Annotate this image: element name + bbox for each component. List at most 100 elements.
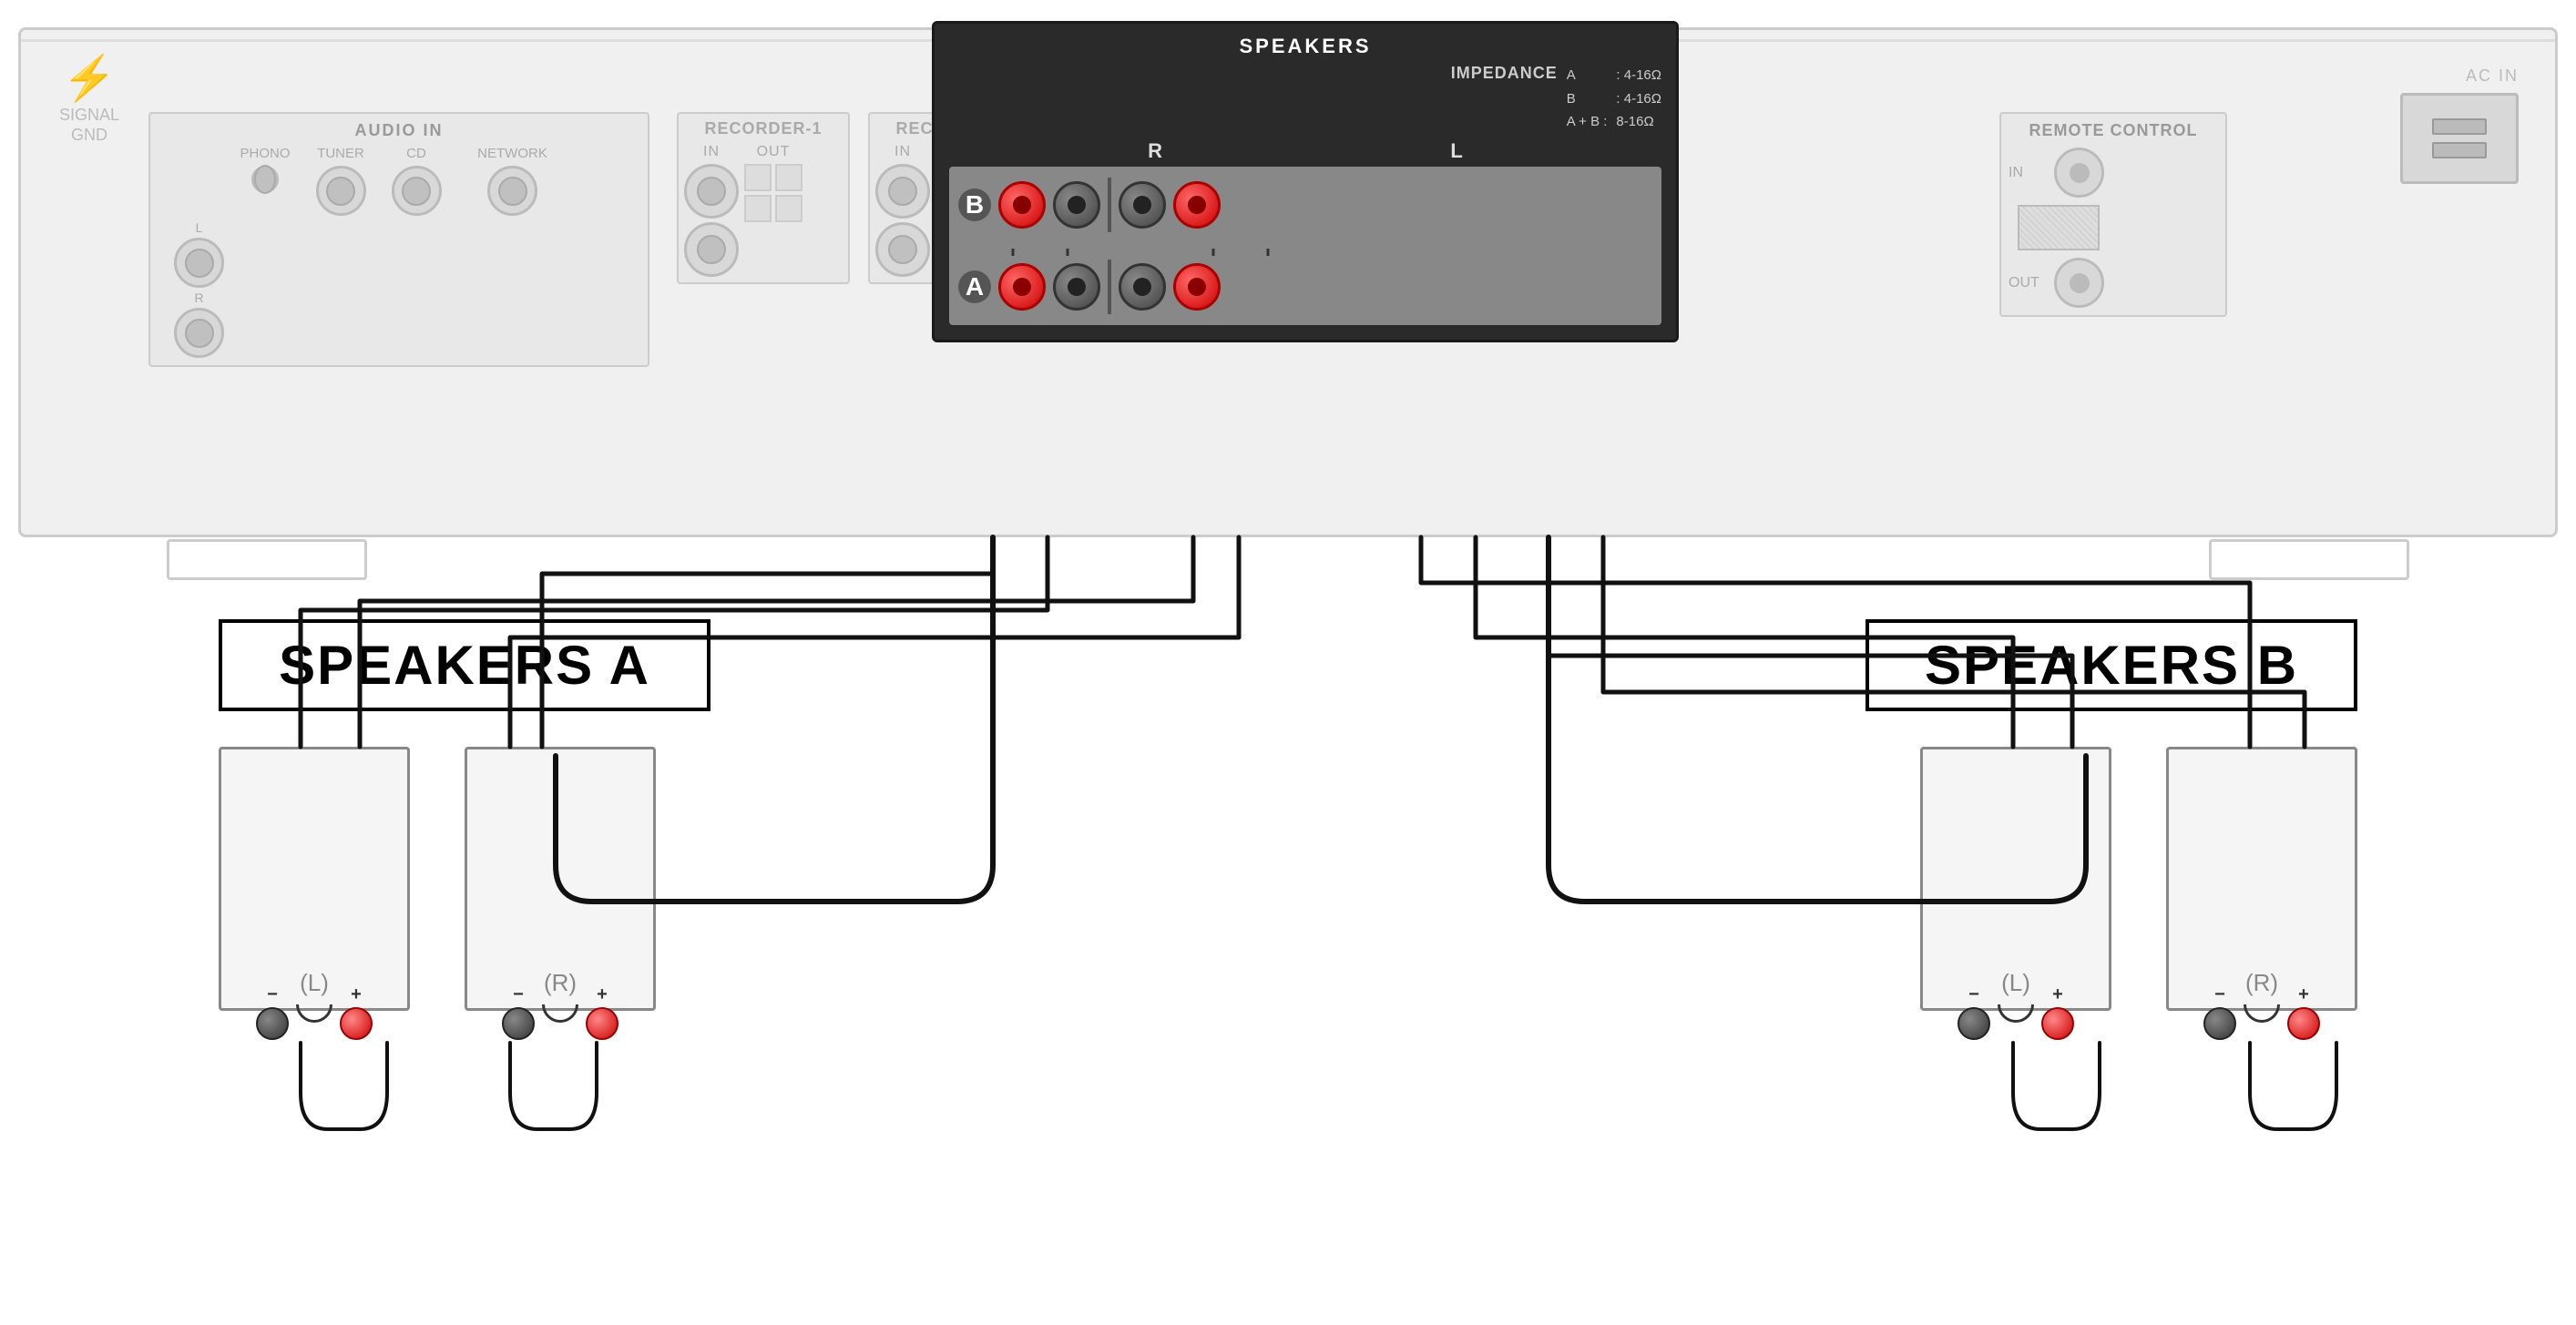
audio-in-title: AUDIO IN bbox=[158, 121, 640, 140]
phono-l-connector bbox=[251, 166, 279, 193]
sp-br-plus-bp bbox=[2287, 1007, 2320, 1040]
rec1-dot3 bbox=[744, 195, 772, 222]
remote-out-connector bbox=[2054, 258, 2104, 308]
tuner-connectors bbox=[307, 166, 375, 216]
ac-socket bbox=[2400, 93, 2519, 184]
wire-loop-a-left bbox=[301, 1043, 387, 1129]
amplifier-foot-right bbox=[2209, 539, 2409, 580]
cd-connectors bbox=[383, 166, 451, 216]
rl-labels: R L bbox=[949, 139, 1661, 163]
panel-wire-svg bbox=[958, 241, 1651, 256]
a-r-plus bbox=[998, 263, 1046, 311]
ac-in-label: AC IN bbox=[2336, 66, 2519, 86]
impedance-labels: ABA + B : bbox=[1567, 64, 1608, 134]
sp-bl-plus-symbol: + bbox=[2052, 984, 2063, 1005]
rec1-in-label: IN bbox=[703, 144, 720, 160]
amplifier-unit: ⚡ SIGNAL GND AUDIO IN PHONO TUNER CD NET… bbox=[18, 27, 2558, 537]
impedance-title: IMPEDANCE bbox=[1451, 64, 1558, 134]
tuner-connector bbox=[316, 166, 366, 216]
b-r-plus bbox=[998, 181, 1046, 229]
remote-out-label: OUT bbox=[2009, 275, 2045, 291]
wire-loop-a-right bbox=[510, 1043, 597, 1129]
rec2-in: IN bbox=[875, 144, 930, 277]
speakers-a-text: SPEAKERS A bbox=[279, 635, 650, 696]
phono-r-rca bbox=[174, 308, 224, 358]
panel-wires bbox=[958, 241, 1652, 256]
speaker-row-b: B bbox=[958, 178, 1652, 232]
sp-br-minus-bp bbox=[2203, 1007, 2236, 1040]
b-l-plus bbox=[1173, 181, 1221, 229]
remote-in-connector bbox=[2054, 148, 2104, 198]
wire-loop-b-left bbox=[2013, 1043, 2100, 1129]
ac-in-section: AC IN bbox=[2336, 66, 2519, 184]
rec2-in-label: IN bbox=[894, 144, 911, 160]
signal-gnd-label: SIGNAL GND bbox=[48, 106, 130, 145]
recorder1-title: RECORDER-1 bbox=[684, 119, 843, 138]
speaker-b-left: (L) − + bbox=[1920, 747, 2111, 1011]
speaker-a-right-posts: − + bbox=[467, 984, 653, 1040]
a-l-minus bbox=[1119, 263, 1166, 311]
sp-ar-minus-bp bbox=[502, 1007, 535, 1040]
rec1-out: OUT bbox=[744, 144, 802, 277]
speaker-b-right: (R) − + bbox=[2166, 747, 2357, 1011]
rec1-in-top bbox=[684, 164, 739, 219]
rec1-dot1 bbox=[744, 164, 772, 191]
remote-connectors: IN OUT bbox=[2009, 148, 2218, 308]
rec1-in: IN bbox=[684, 144, 739, 277]
network-connectors bbox=[458, 166, 567, 216]
remote-control-section: REMOTE CONTROL IN OUT bbox=[1999, 112, 2227, 317]
remote-out-row: OUT bbox=[2009, 258, 2218, 308]
l-channel-label: L bbox=[1450, 139, 1462, 163]
sp-al-minus-symbol: − bbox=[267, 984, 278, 1005]
b-l-minus bbox=[1119, 181, 1166, 229]
sp-ar-wire-hook bbox=[542, 1004, 578, 1023]
phono-connectors bbox=[231, 166, 300, 216]
rec2-in-bot bbox=[875, 222, 930, 277]
remote-control-title: REMOTE CONTROL bbox=[2009, 121, 2218, 140]
recorder1-section: RECORDER-1 IN OUT bbox=[677, 112, 850, 284]
speakers-panel-title: SPEAKERS bbox=[949, 35, 1661, 58]
remote-in-label: IN bbox=[2009, 165, 2045, 181]
sp-al-plus-bp bbox=[340, 1007, 373, 1040]
channel-cd: CD bbox=[383, 146, 451, 161]
sp-al-plus-post: + bbox=[340, 984, 373, 1040]
impedance-section: IMPEDANCE ABA + B : : 4-16Ω: 4-16Ω8-16Ω bbox=[949, 64, 1661, 134]
phono-r-label: R bbox=[194, 290, 203, 305]
rec2-in-top bbox=[875, 164, 930, 219]
speaker-b-left-posts: − + bbox=[1923, 984, 2109, 1040]
signal-gnd-icon: ⚡ bbox=[48, 57, 130, 101]
recorder1-subsections: IN OUT bbox=[684, 144, 843, 277]
remote-in-row: IN bbox=[2009, 148, 2218, 198]
signal-gnd-section: ⚡ SIGNAL GND bbox=[48, 57, 130, 145]
sp-al-minus-post: − bbox=[256, 984, 289, 1040]
a-l-plus bbox=[1173, 263, 1221, 311]
impedance-values: : 4-16Ω: 4-16Ω8-16Ω bbox=[1616, 64, 1661, 134]
ac-slot-bottom bbox=[2432, 142, 2487, 158]
phono-lr-row: L R bbox=[165, 220, 640, 358]
channel-network: NETWORK bbox=[458, 146, 567, 161]
sp-br-plus-symbol: + bbox=[2298, 984, 2309, 1005]
b-divider bbox=[1108, 178, 1111, 232]
diagram-container: ⚡ SIGNAL GND AUDIO IN PHONO TUNER CD NET… bbox=[0, 0, 2576, 1325]
speaker-a-left-posts: − + bbox=[221, 984, 407, 1040]
sp-br-wire-hook bbox=[2244, 1004, 2280, 1023]
rec1-out-dots bbox=[744, 164, 802, 222]
sp-br-plus-post: + bbox=[2287, 984, 2320, 1040]
speakers-a-label-box: SPEAKERS A bbox=[219, 619, 710, 711]
remote-mesh bbox=[2018, 205, 2100, 250]
ac-slot-top bbox=[2432, 118, 2487, 135]
rec1-dot2 bbox=[775, 164, 802, 191]
speaker-row-a: A bbox=[958, 260, 1652, 314]
r-channel-label: R bbox=[1148, 139, 1162, 163]
sp-ar-plus-post: + bbox=[586, 984, 618, 1040]
channel-phono: PHONO bbox=[231, 146, 300, 161]
b-label: B bbox=[958, 189, 991, 221]
speaker-a-right: (R) − + bbox=[465, 747, 656, 1011]
sp-bl-wire-hook bbox=[1998, 1004, 2034, 1023]
speaker-b-right-posts: − + bbox=[2169, 984, 2355, 1040]
sp-al-plus-symbol: + bbox=[351, 984, 362, 1005]
sp-ar-minus-post: − bbox=[502, 984, 535, 1040]
speakers-panel-body: B bbox=[949, 167, 1661, 325]
phono-l-label: L bbox=[196, 220, 203, 235]
sp-bl-plus-post: + bbox=[2041, 984, 2074, 1040]
